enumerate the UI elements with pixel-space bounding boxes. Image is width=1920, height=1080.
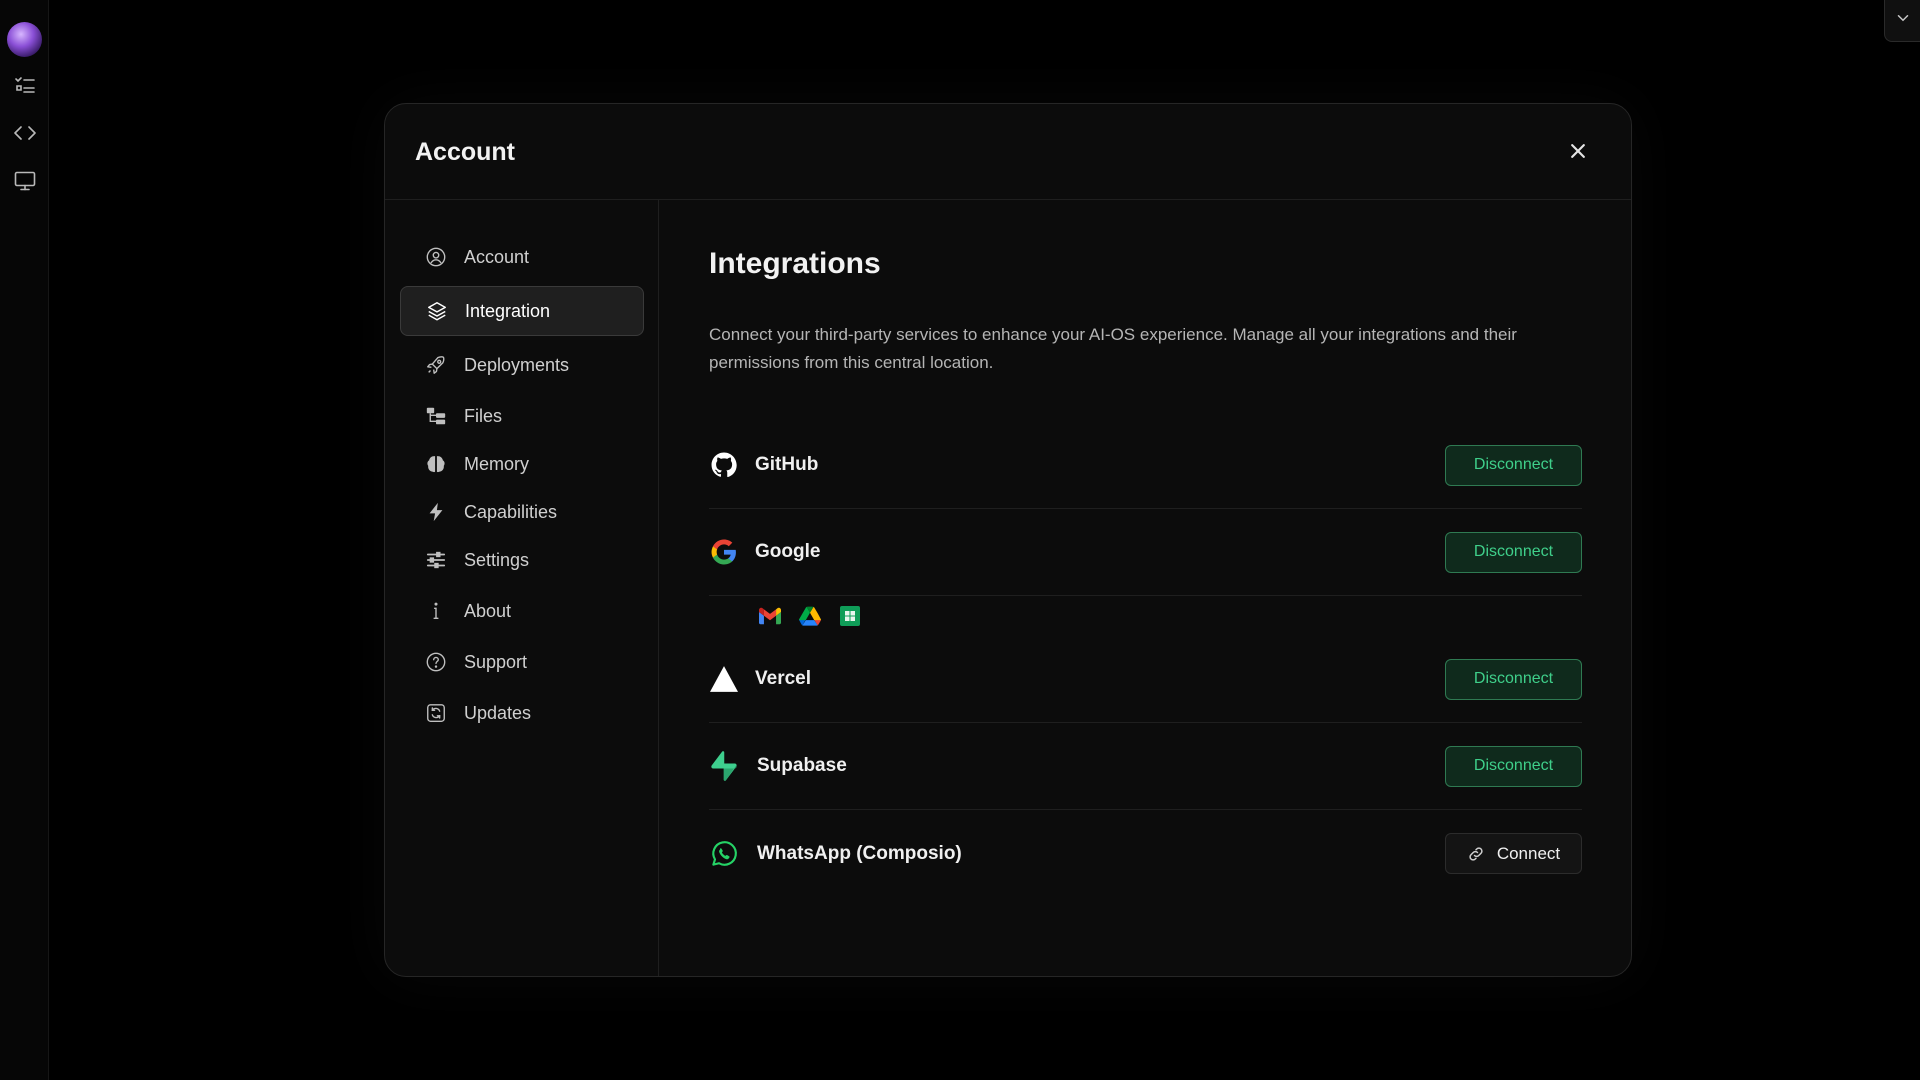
sidebar-item-label: Files xyxy=(464,405,503,426)
sidebar-item-label: Deployments xyxy=(464,354,570,375)
sidebar-item-integration[interactable]: Integration xyxy=(400,286,644,336)
integration-row-google: Google Disconnect xyxy=(709,509,1582,596)
close-icon xyxy=(1568,141,1588,166)
integrations-list: GitHub Disconnect Google Disconnect Verc… xyxy=(709,422,1582,897)
integrations-panel: Integrations Connect your third-party se… xyxy=(659,200,1631,976)
chevron-down-icon xyxy=(1894,9,1912,32)
integration-row-vercel: Vercel Disconnect xyxy=(709,636,1582,723)
sidebar-item-memory[interactable]: Memory xyxy=(400,439,644,489)
sidebar-item-label: Updates xyxy=(464,702,532,723)
modal-header: Account xyxy=(385,104,1631,200)
app-rail xyxy=(0,0,49,1080)
google-drive-icon xyxy=(799,605,821,627)
code-icon[interactable] xyxy=(13,121,37,145)
settings-sidebar: Account Integration Deployments Files Me… xyxy=(385,200,659,976)
sidebar-item-label: Memory xyxy=(464,453,530,474)
page-title: Integrations xyxy=(709,247,881,280)
integration-name: Vercel xyxy=(755,668,811,689)
sidebar-item-label: Integration xyxy=(465,300,551,321)
user-circle-icon xyxy=(424,245,448,269)
link-icon xyxy=(1467,845,1485,863)
sidebar-item-account[interactable]: Account xyxy=(400,232,644,282)
vercel-icon xyxy=(709,664,739,694)
sidebar-item-about[interactable]: About xyxy=(400,586,644,636)
sidebar-item-label: Settings xyxy=(464,549,530,570)
sidebar-item-files[interactable]: Files xyxy=(400,391,644,441)
sidebar-item-label: About xyxy=(464,600,512,621)
sidebar-item-deployments[interactable]: Deployments xyxy=(400,340,644,390)
lightning-icon xyxy=(424,500,448,524)
sidebar-item-support[interactable]: Support xyxy=(400,637,644,687)
integration-row-supabase: Supabase Disconnect xyxy=(709,723,1582,810)
integration-row-whatsapp: WhatsApp (Composio) Connect xyxy=(709,810,1582,897)
collapse-toggle[interactable] xyxy=(1884,0,1920,42)
brain-icon xyxy=(424,452,448,476)
integration-name: Google xyxy=(755,541,821,562)
sidebar-item-label: Account xyxy=(464,246,530,267)
integration-name: WhatsApp (Composio) xyxy=(757,842,962,864)
info-icon xyxy=(424,599,448,623)
github-icon xyxy=(709,450,739,480)
sidebar-item-updates[interactable]: Updates xyxy=(400,688,644,738)
layers-icon xyxy=(425,299,449,323)
sidebar-item-capabilities[interactable]: Capabilities xyxy=(400,487,644,537)
account-modal: Account Account Integration Deployments xyxy=(384,103,1632,977)
rocket-icon xyxy=(424,353,448,377)
google-icon xyxy=(709,537,739,567)
sliders-icon xyxy=(424,548,448,572)
gmail-icon xyxy=(759,605,781,627)
whatsapp-connect-button[interactable]: Connect xyxy=(1445,833,1582,874)
google-services xyxy=(709,596,1582,636)
sidebar-item-settings[interactable]: Settings xyxy=(400,535,644,585)
whatsapp-icon xyxy=(709,839,739,869)
avatar[interactable] xyxy=(7,22,42,57)
monitor-icon[interactable] xyxy=(13,169,37,193)
supabase-icon xyxy=(709,751,739,781)
google-disconnect-button[interactable]: Disconnect xyxy=(1445,531,1582,573)
checklist-icon[interactable] xyxy=(13,73,37,97)
vercel-disconnect-button[interactable]: Disconnect xyxy=(1445,658,1582,700)
help-circle-icon xyxy=(424,650,448,674)
sidebar-item-label: Capabilities xyxy=(464,501,558,522)
modal-title: Account xyxy=(415,138,515,166)
github-disconnect-button[interactable]: Disconnect xyxy=(1445,444,1582,486)
supabase-disconnect-button[interactable]: Disconnect xyxy=(1445,745,1582,787)
connect-label: Connect xyxy=(1496,843,1561,863)
integration-name: Supabase xyxy=(757,755,847,776)
close-button[interactable] xyxy=(1565,140,1591,166)
refresh-square-icon xyxy=(424,701,448,725)
page-description: Connect your third-party services to enh… xyxy=(709,325,1517,372)
sidebar-item-label: Support xyxy=(464,651,528,672)
google-sheets-icon xyxy=(839,605,861,627)
integration-row-github: GitHub Disconnect xyxy=(709,422,1582,509)
integration-name: GitHub xyxy=(755,454,819,475)
folder-tree-icon xyxy=(424,404,448,428)
